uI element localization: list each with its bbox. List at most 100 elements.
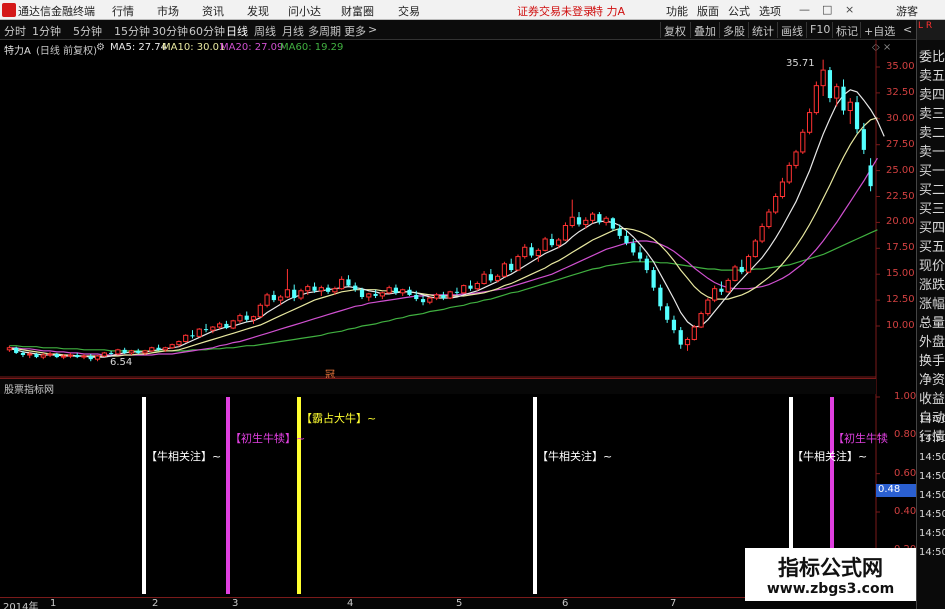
candle — [312, 286, 317, 291]
candle — [75, 355, 80, 358]
candle — [597, 214, 602, 223]
signal-bar — [226, 397, 230, 594]
candle — [326, 287, 331, 292]
time-label: 3 — [232, 598, 239, 609]
tick-time-label[interactable]: 14:50 — [919, 452, 945, 463]
indicator-tick-label: 0.60 — [894, 467, 917, 479]
quote-field-label[interactable]: 卖二 — [919, 122, 945, 141]
candle — [34, 353, 39, 358]
candle — [779, 181, 786, 198]
quote-field-label[interactable]: 总量 — [919, 312, 945, 331]
time-label: 2014年 — [3, 602, 39, 609]
candle — [142, 350, 148, 354]
ma60-line — [9, 229, 878, 352]
candle — [393, 287, 399, 293]
quote-field-label[interactable]: 换手 — [919, 350, 945, 369]
candle — [183, 334, 189, 343]
candle — [203, 329, 209, 331]
signal-label: 【霸占大牛】~ — [301, 412, 377, 425]
quote-field-label[interactable]: 卖一 — [919, 141, 945, 160]
indicator-header: 股票指标网 — [0, 378, 876, 396]
panel-header[interactable]: L R — [917, 20, 945, 40]
quote-field-label[interactable]: 买二 — [919, 179, 945, 198]
candle — [176, 341, 182, 346]
time-label: 1 — [50, 598, 57, 609]
candle — [644, 258, 649, 271]
right-info-panel: L R 委比 卖五 卖四 卖三 卖二 卖一 买一 买二 买三 买四 买五 现价 涨跌 涨幅 总量 外盘 换手 净资… — [916, 20, 945, 609]
candle — [271, 294, 276, 301]
candle — [684, 338, 691, 346]
tick-time-label[interactable]: 14:50 — [919, 509, 945, 520]
price-tick-label: 35.00 — [886, 61, 915, 72]
candle — [542, 238, 548, 251]
watermark-title: 指标公式网 — [778, 556, 883, 580]
quote-field-label[interactable]: 收益 — [919, 388, 945, 407]
quote-field-label[interactable]: 卖五 — [919, 65, 945, 84]
time-label: 5 — [456, 598, 463, 609]
quote-field-label[interactable]: 买三 — [919, 198, 945, 217]
candle — [447, 291, 453, 299]
tick-time-label[interactable]: 14:50 — [919, 490, 945, 501]
candle — [624, 235, 629, 244]
candle — [196, 328, 202, 337]
quote-field-label[interactable]: 委比 — [919, 46, 945, 65]
candle — [420, 299, 426, 303]
quote-field-label[interactable]: 净资 — [919, 369, 945, 388]
candle — [434, 294, 440, 299]
candle — [47, 353, 53, 356]
candle — [665, 306, 670, 320]
candle — [610, 218, 616, 229]
quote-field-label[interactable]: 涨幅 — [919, 293, 945, 312]
candle — [739, 266, 744, 273]
price-tick-label: 10.00 — [886, 320, 915, 331]
quote-field-label[interactable]: 卖三 — [919, 103, 945, 122]
time-label: 7 — [670, 598, 677, 609]
quote-field-label[interactable]: 买四 — [919, 217, 945, 236]
quote-field-label[interactable]: 涨跌 — [919, 274, 945, 293]
candle — [631, 243, 636, 253]
candle — [190, 335, 195, 337]
candle — [250, 316, 257, 321]
candle — [820, 69, 826, 87]
tick-time-label[interactable]: 14:50 — [919, 528, 945, 539]
tick-time-label[interactable]: 14:50 — [919, 471, 945, 482]
price-tick-label: 15.00 — [886, 268, 915, 280]
candle — [509, 263, 514, 271]
kline-chart[interactable] — [0, 0, 916, 609]
tick-time-label[interactable]: 14:50 — [919, 414, 945, 425]
candle — [773, 196, 779, 213]
candle — [162, 347, 168, 351]
candle — [101, 352, 107, 357]
candle — [725, 279, 731, 293]
candle — [94, 355, 101, 360]
site-watermark: 指标公式网 www.zbgs3.com — [745, 548, 916, 601]
candle — [562, 225, 569, 241]
candle — [678, 330, 683, 345]
quote-field-label[interactable]: 现价 — [919, 255, 945, 274]
price-tick-label: 27.50 — [886, 138, 915, 150]
indicator-name[interactable]: 股票指标网 — [4, 381, 54, 396]
candle — [224, 323, 229, 329]
candle — [501, 263, 508, 277]
tick-time-label[interactable]: 14:50 — [919, 547, 945, 558]
high-price-label: 35.71 — [786, 58, 815, 69]
candle — [407, 289, 412, 295]
quote-field-label[interactable]: 卖四 — [919, 84, 945, 103]
quote-field-label[interactable]: 买一 — [919, 160, 945, 179]
candle — [379, 292, 385, 297]
candle — [359, 289, 365, 297]
tick-time-label[interactable]: 14:50 — [919, 433, 945, 444]
candle — [128, 350, 135, 354]
quote-field-label[interactable]: 买五 — [919, 236, 945, 255]
price-tick-label: 30.00 — [886, 112, 915, 124]
candle — [603, 217, 609, 223]
candle — [529, 247, 534, 256]
candle — [6, 347, 12, 351]
candle — [400, 289, 406, 294]
quote-field-label[interactable]: 外盘 — [919, 331, 945, 350]
candle — [854, 102, 860, 130]
watermark-url: www.zbgs3.com — [766, 581, 895, 597]
candle — [67, 354, 74, 357]
candle — [658, 287, 663, 307]
candle — [535, 249, 541, 257]
